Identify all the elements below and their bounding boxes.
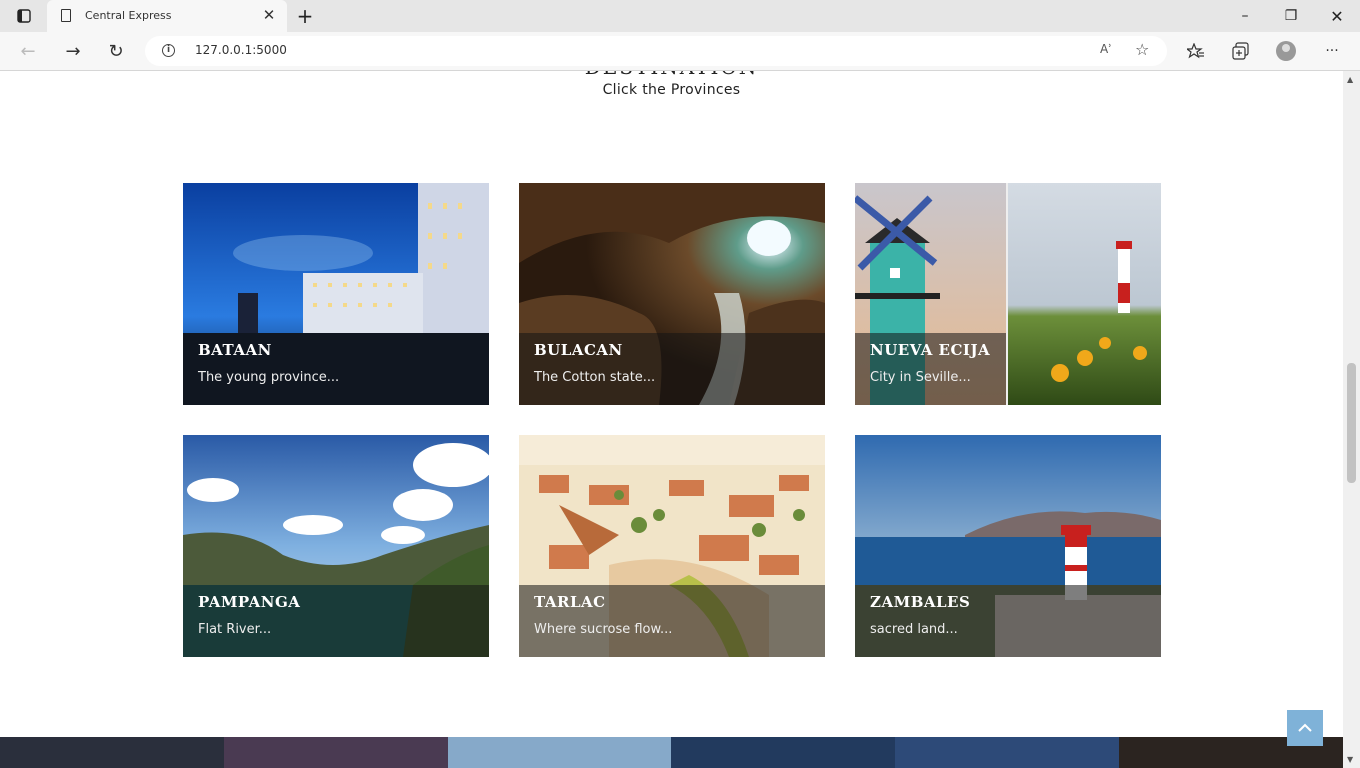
- refresh-button[interactable]: ↻: [101, 36, 131, 66]
- add-favorite-icon[interactable]: ☆: [1135, 40, 1149, 59]
- tab-actions-button[interactable]: [8, 6, 40, 26]
- card-description: Flat River...: [198, 622, 272, 637]
- back-to-top-button[interactable]: [1287, 710, 1323, 746]
- card-caption: NUEVA ECIJA City in Seville...: [855, 333, 1006, 405]
- tab-title: Central Express: [85, 9, 172, 22]
- card-title: NUEVA ECIJA: [870, 341, 991, 359]
- card-caption: PAMPANGA Flat River...: [183, 585, 489, 657]
- page-scrollbar[interactable]: ▲ ▼: [1343, 71, 1360, 768]
- card-description: sacred land...: [870, 622, 958, 637]
- page-content: DESTINATION Click the Provinces BATAAN T…: [0, 71, 1343, 768]
- address-bar[interactable]: i 127.0.0.1:5000 Aʾ ☆: [145, 36, 1167, 66]
- gallery-thumb[interactable]: [223, 737, 448, 768]
- card-description: Where sucrose flow...: [534, 622, 673, 637]
- tab-actions-icon: [17, 9, 31, 23]
- browser-tab[interactable]: Central Express ✕: [47, 0, 287, 32]
- card-title: TARLAC: [534, 593, 606, 611]
- forward-button[interactable]: →: [58, 36, 88, 66]
- scroll-up-icon[interactable]: ▲: [1347, 75, 1353, 84]
- card-title: BULACAN: [534, 341, 623, 359]
- gallery-thumb[interactable]: [671, 737, 896, 768]
- province-card-nueva-ecija[interactable]: NUEVA ECIJA City in Seville...: [855, 183, 1161, 405]
- card-title: ZAMBALES: [870, 593, 971, 611]
- gallery-strip: [0, 737, 1343, 768]
- close-tab-button[interactable]: ✕: [259, 5, 279, 25]
- card-description: City in Seville...: [870, 370, 971, 385]
- card-description: The Cotton state...: [534, 370, 656, 385]
- card-caption: BULACAN The Cotton state...: [519, 333, 825, 405]
- card-description: The young province...: [198, 370, 340, 385]
- browser-toolbar: ← → ↻ i 127.0.0.1:5000 Aʾ ☆ ···: [0, 32, 1360, 71]
- collections-icon[interactable]: [1226, 36, 1256, 66]
- card-caption: BATAAN The young province...: [183, 333, 489, 405]
- gallery-thumb[interactable]: [447, 737, 672, 768]
- card-caption: TARLAC Where sucrose flow...: [519, 585, 825, 657]
- url-text[interactable]: 127.0.0.1:5000: [195, 43, 287, 57]
- card-title: PAMPANGA: [198, 593, 301, 611]
- card-title: BATAAN: [198, 341, 272, 359]
- read-aloud-icon[interactable]: Aʾ: [1100, 42, 1112, 56]
- province-card-bulacan[interactable]: BULACAN The Cotton state...: [519, 183, 825, 405]
- page-icon: [61, 9, 71, 22]
- profile-avatar[interactable]: [1276, 41, 1296, 61]
- province-card-bataan[interactable]: BATAAN The young province...: [183, 183, 489, 405]
- province-card-tarlac[interactable]: TARLAC Where sucrose flow...: [519, 435, 825, 657]
- province-card-zambales[interactable]: ZAMBALES sacred land...: [855, 435, 1161, 657]
- scrollbar-thumb[interactable]: [1347, 363, 1356, 483]
- restore-button[interactable]: ❐: [1268, 0, 1314, 32]
- close-window-button[interactable]: ✕: [1314, 0, 1360, 32]
- chevron-up-icon: [1298, 723, 1312, 732]
- back-button[interactable]: ←: [13, 36, 43, 66]
- gallery-thumb[interactable]: [895, 737, 1120, 768]
- page-title: DESTINATION: [0, 71, 1343, 79]
- page-subtitle: Click the Provinces: [602, 82, 741, 98]
- info-icon[interactable]: i: [162, 44, 175, 57]
- new-tab-button[interactable]: +: [293, 5, 317, 27]
- favorites-icon[interactable]: [1181, 36, 1211, 66]
- card-caption: ZAMBALES sacred land...: [855, 585, 1161, 657]
- tab-bar: Central Express ✕ + – ❐ ✕: [0, 0, 1360, 32]
- minimize-button[interactable]: –: [1222, 0, 1268, 32]
- province-card-pampanga[interactable]: PAMPANGA Flat River...: [183, 435, 489, 657]
- gallery-thumb[interactable]: [0, 737, 224, 768]
- more-menu-icon[interactable]: ···: [1317, 36, 1347, 66]
- scroll-down-icon[interactable]: ▼: [1347, 755, 1353, 764]
